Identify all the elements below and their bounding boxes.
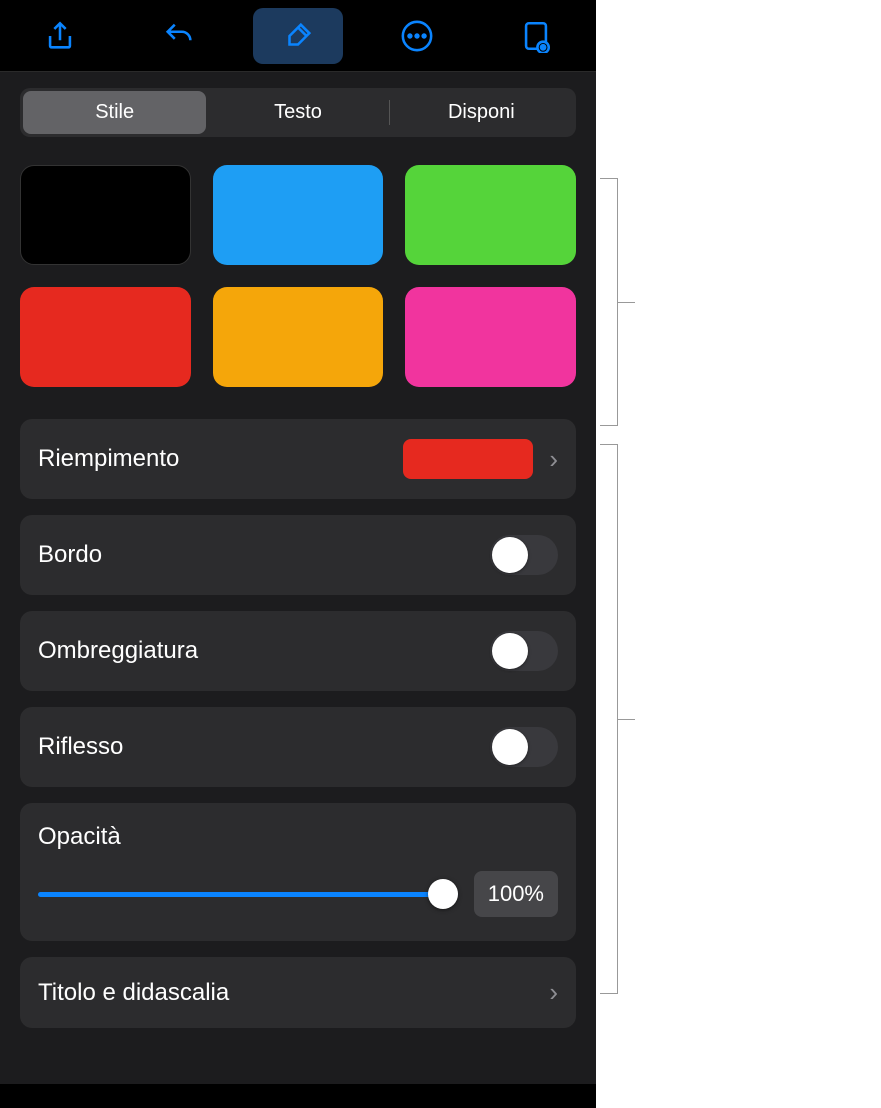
document-button[interactable] [491, 8, 581, 64]
format-inspector-panel: Stile Testo Disponi Riempimento › Bordo [0, 0, 596, 1108]
border-row: Bordo [20, 515, 576, 595]
paintbrush-icon [281, 19, 315, 53]
swatch-pink[interactable] [405, 287, 576, 387]
opacity-label: Opacità [38, 823, 558, 851]
more-button[interactable] [372, 8, 462, 64]
opacity-value-field[interactable]: 100% [474, 871, 558, 917]
annotation-bracket-swatches [600, 178, 618, 426]
swatch-green[interactable] [405, 165, 576, 265]
title-caption-row[interactable]: Titolo e didascalia › [20, 957, 576, 1028]
style-swatch-grid [20, 165, 576, 387]
swatch-orange[interactable] [213, 287, 384, 387]
annotation-bracket-controls [600, 444, 618, 994]
reflection-row: Riflesso [20, 707, 576, 787]
format-brush-button[interactable] [253, 8, 343, 64]
more-icon [400, 19, 434, 53]
undo-button[interactable] [134, 8, 224, 64]
chevron-right-icon: › [549, 444, 558, 475]
swatch-black[interactable] [20, 165, 191, 265]
fill-label: Riempimento [38, 445, 179, 473]
tab-style[interactable]: Stile [23, 91, 206, 134]
fill-color-preview [403, 439, 533, 479]
opacity-row: Opacità 100% [20, 803, 576, 941]
inspector-content: Stile Testo Disponi Riempimento › Bordo [0, 72, 596, 1084]
border-label: Bordo [38, 541, 102, 569]
top-toolbar [0, 0, 596, 72]
undo-icon [162, 19, 196, 53]
chevron-right-icon: › [549, 977, 558, 1008]
document-icon [519, 19, 553, 53]
reflection-toggle[interactable] [490, 727, 558, 767]
tab-text[interactable]: Testo [206, 91, 389, 134]
shadow-label: Ombreggiatura [38, 637, 198, 665]
title-caption-label: Titolo e didascalia [38, 979, 229, 1007]
inspector-tabs: Stile Testo Disponi [20, 88, 576, 137]
share-button[interactable] [15, 8, 105, 64]
swatch-blue[interactable] [213, 165, 384, 265]
opacity-slider[interactable] [38, 879, 458, 909]
shadow-row: Ombreggiatura [20, 611, 576, 691]
swatch-red[interactable] [20, 287, 191, 387]
share-icon [43, 19, 77, 53]
fill-row[interactable]: Riempimento › [20, 419, 576, 499]
reflection-label: Riflesso [38, 733, 123, 761]
shadow-toggle[interactable] [490, 631, 558, 671]
tab-arrange[interactable]: Disponi [390, 91, 573, 134]
border-toggle[interactable] [490, 535, 558, 575]
